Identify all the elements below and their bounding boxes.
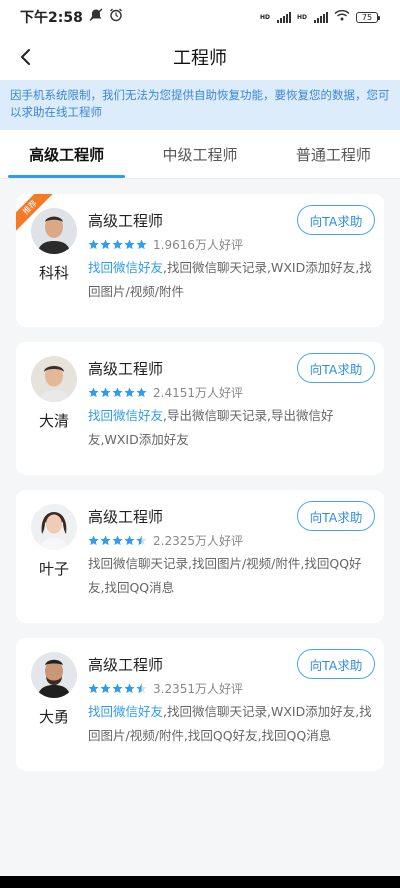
status-left: 下午2:58: [20, 7, 123, 27]
stars: [88, 239, 147, 250]
engineer-card: 叶子 高级工程师 2.2325万人好评 找回微信聊天记录,找回图片/视频/附件,…: [16, 490, 384, 623]
engineer-level: 高级工程师: [88, 212, 164, 230]
ask-help-button[interactable]: 向TA求助: [297, 649, 375, 679]
star-icon: [88, 387, 99, 398]
star-icon: [88, 683, 99, 694]
rating: 2.4151万人好评: [88, 384, 243, 401]
star-icon: [124, 387, 135, 398]
engineer-name: 科科: [38, 264, 69, 282]
tabs-divider: [0, 178, 400, 179]
tab-intermediate-engineer[interactable]: 中级工程师: [133, 130, 266, 178]
service-highlight: 找回微信好友: [88, 260, 164, 275]
service-description: 找回微信好友,找回微信聊天记录,WXID添加好友,找回图片/视频/附件,找回QQ…: [88, 700, 376, 748]
avatar-block: 大清: [30, 356, 78, 431]
engineer-name: 叶子: [38, 560, 69, 578]
star-half-icon: [136, 683, 147, 694]
star-icon: [112, 239, 123, 250]
status-time: 下午2:58: [20, 10, 83, 26]
rating-text: 2.4151万人好评: [153, 386, 243, 400]
star-icon: [88, 535, 99, 546]
status-right: HD HD 75: [259, 9, 380, 25]
service-description: 找回微信好友,找回微信聊天记录,WXID添加好友,找回图片/视频/附件: [88, 256, 376, 304]
star-half-icon: [136, 535, 147, 546]
engineer-level: 高级工程师: [88, 508, 164, 526]
service-description: 找回微信聊天记录,找回图片/视频/附件,找回QQ好友,找回QQ消息: [88, 552, 376, 600]
star-icon: [124, 683, 135, 694]
signal-icon: [276, 11, 291, 23]
nav-bar: 工程师: [0, 34, 400, 80]
star-icon: [100, 387, 111, 398]
avatar-block: 科科: [30, 208, 78, 283]
avatar: [31, 208, 77, 254]
tab-senior-engineer[interactable]: 高级工程师: [0, 130, 133, 178]
star-icon: [124, 239, 135, 250]
service-list: 找回微信聊天记录,找回图片/视频/附件,找回QQ好友,找回QQ消息: [88, 556, 362, 595]
engineer-level: 高级工程师: [88, 360, 164, 378]
star-icon: [136, 239, 147, 250]
wifi-icon: [334, 9, 350, 25]
avatar: [31, 504, 77, 550]
engineer-card: 大清 高级工程师 2.4151万人好评 找回微信好友,导出微信聊天记录,导出微信…: [16, 342, 384, 475]
avatar-block: 叶子: [30, 504, 78, 579]
ask-help-button[interactable]: 向TA求助: [297, 205, 375, 235]
stars: [88, 683, 147, 694]
star-icon: [100, 239, 111, 250]
tab-regular-engineer[interactable]: 普通工程师: [267, 130, 400, 178]
star-icon: [112, 683, 123, 694]
star-icon: [100, 683, 111, 694]
star-icon: [136, 387, 147, 398]
service-highlight: 找回微信好友: [88, 408, 164, 423]
ask-help-button[interactable]: 向TA求助: [297, 353, 375, 383]
rating-text: 3.2351万人好评: [153, 682, 243, 696]
home-indicator: [0, 876, 400, 888]
stars: [88, 535, 147, 546]
star-icon: [100, 535, 111, 546]
hd-label-2: HD: [296, 13, 307, 21]
star-icon: [112, 387, 123, 398]
avatar-block: 大勇: [30, 652, 78, 727]
avatar: [31, 356, 77, 402]
back-button[interactable]: [10, 42, 40, 72]
star-icon: [124, 535, 135, 546]
rating: 2.2325万人好评: [88, 532, 243, 549]
rating-text: 2.2325万人好评: [153, 534, 243, 548]
signal-icon-2: [314, 11, 328, 23]
avatar: [31, 652, 77, 698]
service-description: 找回微信好友,导出微信聊天记录,导出微信好友,WXID添加好友: [88, 404, 376, 452]
engineer-name: 大勇: [38, 708, 69, 726]
stars: [88, 387, 147, 398]
tab-bar: 高级工程师 中级工程师 普通工程师: [0, 130, 400, 178]
rating: 3.2351万人好评: [88, 680, 243, 697]
engineer-card: 大勇 高级工程师 3.2351万人好评 找回微信好友,找回微信聊天记录,WXID…: [16, 638, 384, 771]
star-icon: [88, 239, 99, 250]
ask-help-button[interactable]: 向TA求助: [297, 501, 375, 531]
service-highlight: 找回微信好友: [88, 704, 164, 719]
rating-text: 1.9616万人好评: [153, 238, 243, 252]
star-icon: [112, 535, 123, 546]
mute-icon: [88, 8, 104, 26]
engineer-card: 推荐 科科 高级工程师 1.9616万人好评 找回微信好友,找回微信聊天记录,W…: [16, 194, 384, 327]
rating: 1.9616万人好评: [88, 236, 243, 253]
notice-banner: 因手机系统限制，我们无法为您提供自助恢复功能，要恢复您的数据，您可以求助在线工程…: [0, 80, 400, 130]
battery-icon: 75: [356, 11, 380, 23]
hd-label: HD: [259, 13, 270, 21]
page-title: 工程师: [173, 48, 227, 69]
chevron-left-icon: [21, 49, 30, 65]
engineer-level: 高级工程师: [88, 656, 164, 674]
status-bar: 下午2:58 HD HD 75: [0, 0, 400, 34]
alarm-icon: [109, 8, 123, 26]
engineer-name: 大清: [38, 412, 69, 430]
